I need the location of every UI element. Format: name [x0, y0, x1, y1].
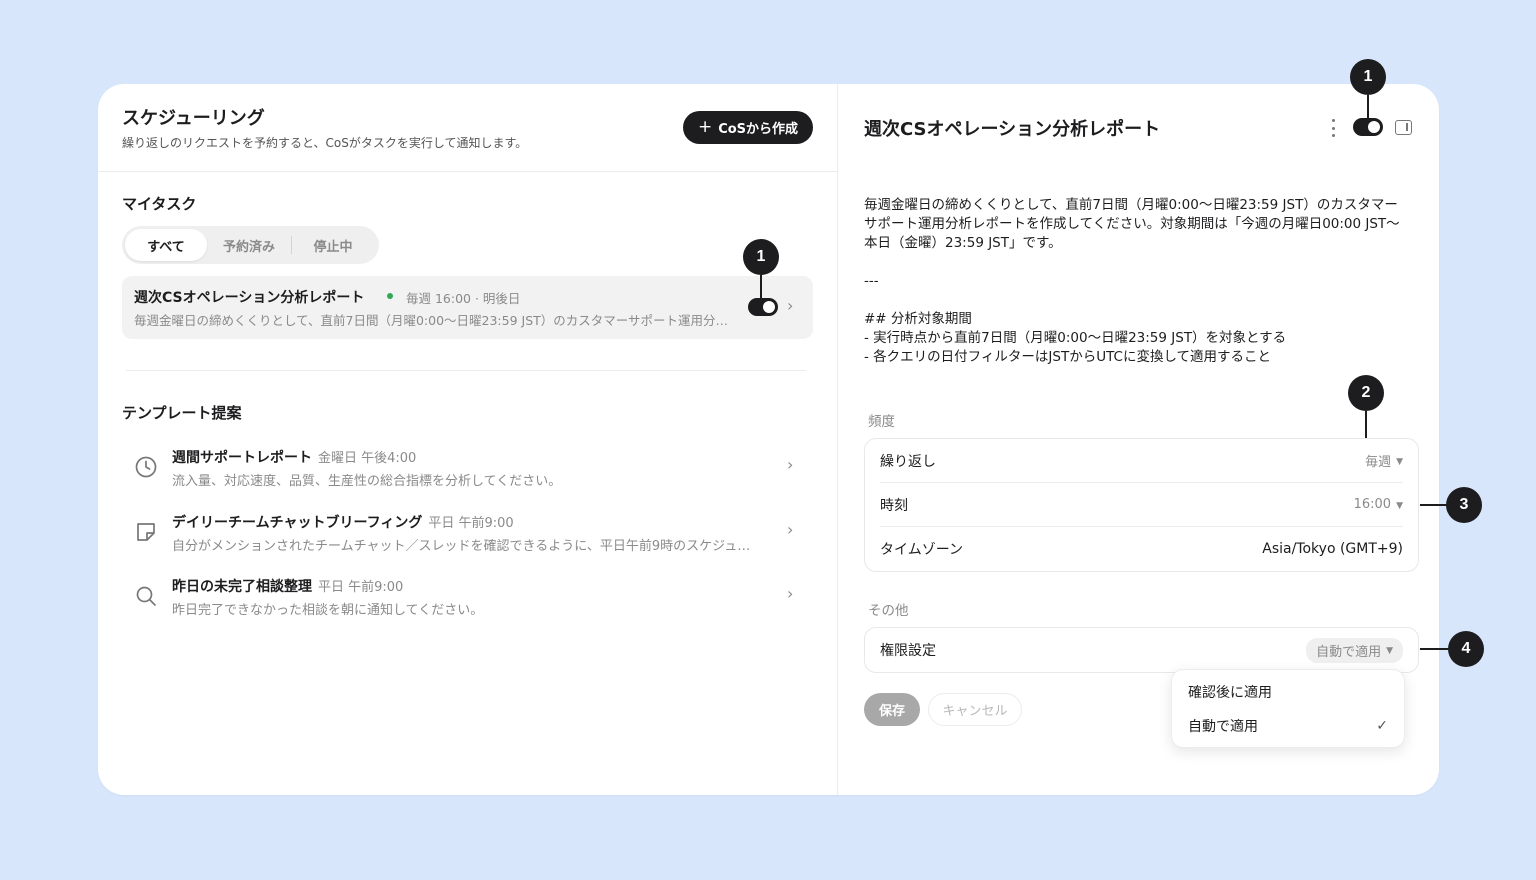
scheduling-window: スケジューリング 繰り返しのリクエストを予約すると、CoSがタスクを実行して通知… — [98, 84, 1439, 795]
template-description: 自分がメンションされたチームチャット／スレッドを確認できるように、平日午前9時の… — [172, 539, 762, 554]
menu-item-label: 確認後に適用 — [1188, 685, 1272, 701]
annotation-badge-1: 1 — [1350, 59, 1386, 95]
annotation-badge-2: 2 — [1348, 375, 1384, 411]
chevron-right-icon[interactable]: › — [787, 520, 793, 539]
save-button[interactable]: 保存 — [864, 693, 920, 726]
template-name: デイリーチームチャットブリーフィング 平日 午前9:00 — [172, 515, 514, 531]
header-divider — [98, 171, 838, 172]
timezone-row: タイムゾーン Asia/Tokyo (GMT+9) — [880, 527, 1403, 571]
time-row[interactable]: 時刻 16:00 ▼ — [880, 483, 1403, 527]
other-settings: 権限設定 自動で適用 ▼ — [864, 627, 1419, 673]
cancel-button[interactable]: キャンセル — [928, 693, 1022, 726]
timezone-label: タイムゾーン — [880, 542, 964, 558]
annotation-line — [1420, 648, 1450, 650]
repeat-label: 繰り返し — [880, 453, 936, 470]
annotation-badge-4: 4 — [1448, 631, 1484, 667]
section-divider — [126, 370, 806, 371]
detail-title: 週次CSオペレーション分析レポート — [864, 119, 1161, 140]
template-schedule: 平日 午前9:00 — [428, 516, 514, 531]
active-status-dot — [387, 293, 393, 299]
annotation-line — [760, 275, 762, 304]
clock-icon — [135, 456, 157, 478]
detail-pane: 週次CSオペレーション分析レポート 毎週金曜日の締めくくりとして、直前7日間（月… — [838, 84, 1439, 795]
chevron-right-icon[interactable]: › — [787, 296, 793, 315]
tab-paused[interactable]: 停止中 — [292, 229, 374, 261]
template-item-unresolved[interactable]: 昨日の未完了相談整理 平日 午前9:00 昨日完了できなかった相談を朝に通知してく… — [122, 574, 813, 630]
timezone-value: Asia/Tokyo (GMT+9) — [1262, 541, 1403, 557]
more-options-icon[interactable] — [1328, 117, 1338, 139]
annotation-line — [1420, 504, 1448, 506]
template-item-weekly-report[interactable]: 週間サポートレポート 金曜日 午後4:00 流入量、対応速度、品質、生産性の総合指… — [122, 445, 813, 501]
prompt-line: ## 分析対象期間 — [864, 311, 972, 327]
repeat-dropdown[interactable]: 毎週 ▼ — [1365, 451, 1403, 470]
other-label: その他 — [868, 603, 909, 619]
menu-item-confirm-before-apply[interactable]: 確認後に適用 — [1172, 675, 1404, 709]
my-tasks-title: マイタスク — [122, 195, 197, 213]
chevron-down-icon: ▼ — [1396, 456, 1403, 467]
plus-icon: + — [697, 117, 713, 137]
prompt-line: - 実行時点から直前7日間（月曜0:00〜日曜23:59 JST）を対象とする — [864, 330, 1287, 346]
menu-item-label: 自動で適用 — [1188, 719, 1258, 735]
sidebar-panel-icon[interactable] — [1395, 120, 1412, 135]
page-subtitle: 繰り返しのリクエストを予約すると、CoSがタスクを実行して通知します。 — [122, 136, 528, 150]
permission-dropdown[interactable]: 自動で適用 ▼ — [1306, 637, 1403, 663]
tab-all[interactable]: すべて — [125, 229, 207, 261]
chevron-right-icon[interactable]: › — [787, 455, 793, 474]
annotation-badge-3: 3 — [1446, 487, 1482, 523]
template-description: 昨日完了できなかった相談を朝に通知してください。 — [172, 603, 484, 618]
template-item-daily-briefing[interactable]: デイリーチームチャットブリーフィング 平日 午前9:00 自分がメンションされたチ… — [122, 510, 813, 566]
prompt-line — [864, 253, 1409, 272]
task-prompt-text[interactable]: 毎週金曜日の締めくくりとして、直前7日間（月曜0:00〜日曜23:59 JST）… — [864, 196, 1409, 367]
create-from-cos-button[interactable]: + CoSから作成 — [683, 111, 813, 144]
toggle-knob — [1368, 121, 1380, 133]
permission-menu: 確認後に適用 自動で適用 ✓ — [1171, 669, 1405, 748]
template-schedule: 平日 午前9:00 — [318, 580, 404, 595]
permission-row[interactable]: 権限設定 自動で適用 ▼ — [880, 628, 1403, 672]
left-pane: スケジューリング 繰り返しのリクエストを予約すると、CoSがタスクを実行して通知… — [98, 84, 838, 795]
chevron-down-icon: ▼ — [1396, 500, 1403, 511]
note-icon — [137, 523, 155, 541]
task-name: 週次CSオペレーション分析レポート — [134, 290, 365, 306]
chevron-right-icon[interactable]: › — [787, 584, 793, 603]
search-icon — [136, 586, 156, 606]
template-name: 週間サポートレポート 金曜日 午後4:00 — [172, 450, 417, 466]
task-schedule: 毎週 16:00 · 明後日 — [406, 291, 521, 306]
chevron-down-icon: ▼ — [1386, 646, 1393, 656]
tab-scheduled[interactable]: 予約済み — [207, 229, 291, 261]
toggle-knob — [763, 301, 775, 313]
task-row[interactable]: 週次CSオペレーション分析レポート 毎週 16:00 · 明後日 毎週金曜日の締… — [122, 276, 813, 339]
annotation-badge-1: 1 — [743, 239, 779, 275]
page-title: スケジューリング — [122, 108, 265, 129]
template-name: 昨日の未完了相談整理 平日 午前9:00 — [172, 579, 404, 595]
template-schedule: 金曜日 午後4:00 — [318, 451, 417, 466]
prompt-line: --- — [864, 273, 879, 289]
templates-title: テンプレート提案 — [122, 404, 242, 422]
create-button-label: CoSから作成 — [718, 122, 799, 137]
frequency-settings: 繰り返し 毎週 ▼ 時刻 16:00 ▼ タイムゾーン Asia/Tokyo (GM… — [864, 438, 1419, 572]
prompt-line: - 各クエリの日付フィルターはJSTからUTCに変換して適用すること — [864, 349, 1272, 365]
time-label: 時刻 — [880, 497, 908, 514]
annotation-line — [1365, 411, 1367, 438]
task-description: 毎週金曜日の締めくくりとして、直前7日間（月曜0:00〜日曜23:59 JST）… — [134, 313, 739, 328]
frequency-label: 頻度 — [868, 414, 895, 430]
prompt-line: 毎週金曜日の締めくくりとして、直前7日間（月曜0:00〜日曜23:59 JST）… — [864, 197, 1400, 251]
task-enable-toggle[interactable] — [748, 298, 778, 316]
menu-item-auto-apply[interactable]: 自動で適用 ✓ — [1172, 709, 1404, 743]
prompt-line — [864, 291, 1409, 310]
check-icon: ✓ — [1376, 718, 1388, 734]
task-filter-tabs: すべて 予約済み 停止中 — [122, 226, 379, 264]
repeat-row[interactable]: 繰り返し 毎週 ▼ — [880, 439, 1403, 483]
permission-label: 権限設定 — [880, 643, 936, 659]
annotation-line — [1367, 95, 1369, 122]
time-dropdown[interactable]: 16:00 ▼ — [1354, 497, 1403, 512]
template-description: 流入量、対応速度、品質、生産性の総合指標を分析してください。 — [172, 474, 562, 489]
